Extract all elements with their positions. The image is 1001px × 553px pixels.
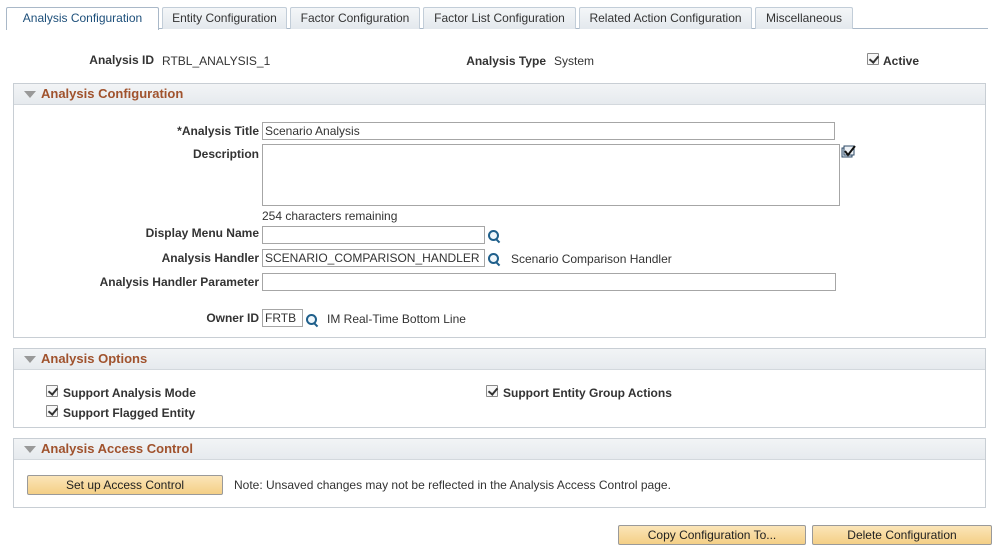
tab-factor-list-configuration[interactable]: Factor List Configuration [423, 7, 576, 29]
collapse-triangle-icon[interactable] [24, 446, 36, 453]
analysis-handler-label: Analysis Handler [161, 251, 259, 265]
analysis-options-header[interactable]: Analysis Options [14, 349, 985, 370]
support-flagged-entity-label: Support Flagged Entity [63, 406, 195, 420]
analysis-access-control-group: Analysis Access Control [13, 438, 986, 508]
collapse-triangle-icon[interactable] [24, 356, 36, 363]
copy-configuration-button[interactable]: Copy Configuration To... [618, 525, 806, 545]
owner-id-description: IM Real-Time Bottom Line [327, 312, 466, 326]
analysis-type-value: System [554, 54, 595, 68]
set-up-access-control-button[interactable]: Set up Access Control [27, 475, 223, 495]
characters-remaining: 254 characters remaining [262, 209, 398, 223]
display-menu-name-label: Display Menu Name [145, 226, 259, 240]
analysis-title-label: *Analysis Title [177, 124, 259, 138]
description-textarea[interactable] [262, 144, 840, 206]
tab-miscellaneous[interactable]: Miscellaneous [755, 7, 853, 29]
tab-entity-configuration[interactable]: Entity Configuration [162, 7, 287, 29]
analysis-id-value: RTBL_ANALYSIS_1 [162, 54, 271, 68]
tab-factor-configuration[interactable]: Factor Configuration [290, 7, 420, 29]
display-menu-name-input[interactable] [262, 226, 485, 244]
support-analysis-mode-label: Support Analysis Mode [63, 386, 196, 400]
analysis-title-input[interactable]: Scenario Analysis [262, 122, 835, 140]
analysis-access-control-title: Analysis Access Control [41, 441, 193, 456]
spell-check-icon[interactable] [840, 144, 857, 160]
analysis-handler-input[interactable]: SCENARIO_COMPARISON_HANDLER [262, 249, 485, 267]
analysis-handler-parameter-label: Analysis Handler Parameter [99, 275, 259, 289]
access-control-note: Note: Unsaved changes may not be reflect… [234, 478, 671, 492]
description-label: Description [192, 147, 259, 161]
analysis-handler-parameter-input[interactable] [262, 273, 836, 291]
active-checkbox[interactable] [867, 53, 879, 65]
owner-id-label: Owner ID [206, 311, 259, 325]
support-entity-group-actions-checkbox[interactable] [486, 385, 498, 397]
collapse-triangle-icon[interactable] [24, 91, 36, 98]
analysis-access-control-header[interactable]: Analysis Access Control [14, 439, 985, 460]
analysis-type-label: Analysis Type [466, 54, 546, 68]
support-flagged-entity-checkbox[interactable] [46, 405, 58, 417]
analysis-handler-description: Scenario Comparison Handler [511, 252, 672, 266]
analysis-configuration-header[interactable]: Analysis Configuration [14, 84, 985, 105]
analysis-options-title: Analysis Options [41, 351, 148, 366]
owner-id-lookup-icon[interactable] [305, 313, 319, 327]
delete-configuration-button[interactable]: Delete Configuration [812, 525, 992, 545]
active-label: Active [883, 54, 920, 68]
tab-related-action-configuration[interactable]: Related Action Configuration [579, 7, 752, 29]
analysis-handler-lookup-icon[interactable] [487, 252, 501, 266]
analysis-configuration-title: Analysis Configuration [41, 86, 184, 101]
display-menu-lookup-icon[interactable] [487, 229, 501, 243]
tab-analysis-configuration[interactable]: Analysis Configuration [6, 7, 159, 30]
owner-id-input[interactable]: FRTB [262, 309, 303, 327]
support-entity-group-actions-label: Support Entity Group Actions [503, 386, 672, 400]
support-analysis-mode-checkbox[interactable] [46, 385, 58, 397]
analysis-id-label: Analysis ID [89, 53, 154, 67]
